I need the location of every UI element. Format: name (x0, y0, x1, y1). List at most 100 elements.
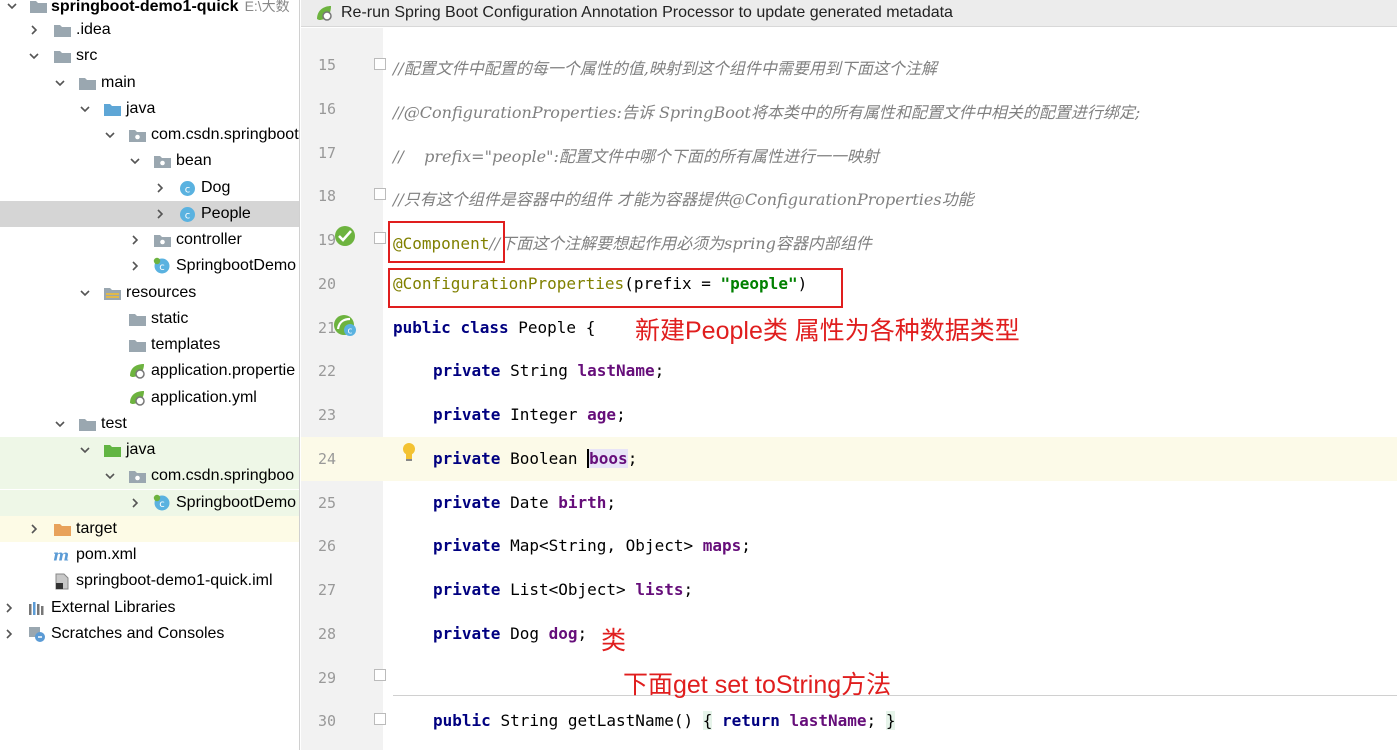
chevron-right-icon[interactable] (2, 601, 16, 615)
tree-item-application-properties[interactable]: application.propertie (0, 358, 299, 384)
code-token: ; (627, 449, 638, 468)
tree-item-label: main (101, 74, 136, 91)
line-number: 25 (317, 494, 337, 512)
class-icon: c (178, 180, 196, 196)
svg-text:c: c (159, 262, 165, 273)
tree-item-test[interactable]: test (0, 411, 299, 437)
tree-item-label: SpringbootDemo (176, 494, 297, 511)
type-name: Integer (510, 405, 578, 424)
tree-item-label: test (101, 415, 127, 432)
tree-item-test-package[interactable]: com.csdn.springboo (0, 463, 299, 489)
tree-item-iml[interactable]: springboot-demo1-quick.iml (0, 568, 299, 594)
keyword: private (433, 361, 501, 380)
fold-marker[interactable] (374, 232, 386, 244)
tree-item-label: controller (176, 231, 242, 248)
project-tree: springboot-demo1-quick E:\大数 .idea src ma… (0, 0, 300, 750)
tree-item-dog[interactable]: c Dog (0, 175, 299, 201)
line-number: 15 (317, 56, 337, 74)
type-name: Dog (510, 624, 539, 643)
chevron-right-icon[interactable] (128, 496, 142, 510)
line-number: 18 (317, 187, 337, 205)
chevron-right-icon[interactable] (153, 207, 167, 221)
tree-item-static[interactable]: static (0, 306, 299, 332)
tree-item-src[interactable]: src (0, 43, 299, 69)
package-icon (153, 232, 171, 248)
method-name: getLastName() (567, 711, 694, 730)
notification-banner[interactable]: Re-run Spring Boot Configuration Annotat… (301, 0, 1397, 27)
chevron-down-icon[interactable] (53, 417, 67, 431)
line-number: 17 (317, 144, 337, 162)
spring-bean-gutter-icon[interactable] (333, 224, 357, 248)
highlight-box-configuration-properties (388, 268, 843, 308)
highlight-box-component (388, 221, 505, 263)
code-token: { (585, 318, 596, 337)
code-token: ; (654, 361, 665, 380)
keyword: public (433, 711, 491, 730)
chevron-down-icon[interactable] (78, 286, 92, 300)
tree-item-main[interactable]: main (0, 70, 299, 96)
tree-item-people[interactable]: c People (0, 201, 299, 227)
tree-item-test-class[interactable]: c SpringbootDemo (0, 490, 299, 516)
tree-item-java[interactable]: java (0, 96, 299, 122)
folder-icon (128, 311, 146, 327)
tree-item-bean[interactable]: bean (0, 148, 299, 174)
type-name: Map<String, Object> (510, 536, 694, 555)
tree-item-target[interactable]: target (0, 516, 299, 542)
fold-marker[interactable] (374, 58, 386, 70)
fold-marker[interactable] (374, 188, 386, 200)
chevron-right-icon[interactable] (153, 181, 167, 195)
chevron-down-icon[interactable] (128, 154, 142, 168)
tree-item-external-libraries[interactable]: External Libraries (0, 595, 299, 621)
line-number: 23 (317, 406, 337, 424)
chevron-right-icon[interactable] (128, 233, 142, 247)
tree-item-pom[interactable]: m pom.xml (0, 542, 299, 568)
annotation-note: 新建People类 属性为各种数据类型 (635, 317, 1020, 345)
tree-item-label: com.csdn.springboo (151, 467, 295, 484)
tree-item-label: templates (151, 336, 221, 353)
tree-item-templates[interactable]: templates (0, 332, 299, 358)
tree-item-resources[interactable]: resources (0, 280, 299, 306)
chevron-right-icon[interactable] (2, 627, 16, 641)
keyword: private (433, 449, 501, 468)
code-line-16: //@ConfigurationProperties:告诉 SpringBoot… (393, 99, 1140, 123)
type-name: String (500, 711, 559, 730)
chevron-right-icon[interactable] (27, 522, 41, 536)
fold-marker[interactable] (374, 669, 386, 681)
keyword: return (722, 711, 780, 730)
chevron-down-icon[interactable] (53, 76, 67, 90)
tree-item-label: java (126, 100, 156, 117)
tree-item-package[interactable]: com.csdn.springboot (0, 122, 299, 148)
chevron-right-icon[interactable] (128, 259, 142, 273)
tree-item-label: People (201, 205, 251, 222)
tree-item-scratches[interactable]: Scratches and Consoles (0, 621, 299, 647)
spring-bean-gutter-icon[interactable]: c (333, 314, 359, 338)
tree-item-test-java[interactable]: java (0, 437, 299, 463)
method-separator (393, 695, 1397, 696)
chevron-down-icon[interactable] (27, 49, 41, 63)
chevron-down-icon[interactable] (5, 0, 19, 13)
code-line-30: public String getLastName() { return las… (433, 711, 896, 730)
field-name: dog (548, 624, 578, 643)
comment: // prefix="people":配置文件中哪个下面的所有属性进行一一映射 (393, 147, 879, 166)
chevron-down-icon[interactable] (78, 443, 92, 457)
keyword: private (433, 624, 501, 643)
tree-item-idea[interactable]: .idea (0, 17, 299, 43)
tree-item-label: Dog (201, 179, 231, 196)
lightbulb-icon[interactable] (401, 442, 417, 462)
libraries-icon (28, 600, 46, 616)
tree-item-controller[interactable]: controller (0, 227, 299, 253)
chevron-down-icon[interactable] (103, 469, 117, 483)
chevron-right-icon[interactable] (27, 23, 41, 37)
tree-item-label: pom.xml (76, 546, 137, 563)
code-line-27: private List<Object> lists; (433, 580, 693, 599)
tree-item-application-yml[interactable]: application.yml (0, 385, 299, 411)
fold-marker[interactable] (374, 713, 386, 725)
type-name: List<Object> (510, 580, 626, 599)
chevron-down-icon[interactable] (103, 128, 117, 142)
type-name: Boolean (510, 449, 578, 468)
tree-item-springboot-app[interactable]: c SpringbootDemo (0, 253, 299, 279)
chevron-down-icon[interactable] (78, 102, 92, 116)
tree-item-label: com.csdn.springboot (151, 126, 299, 143)
keyword: private (433, 580, 501, 599)
folder-icon (128, 337, 146, 353)
